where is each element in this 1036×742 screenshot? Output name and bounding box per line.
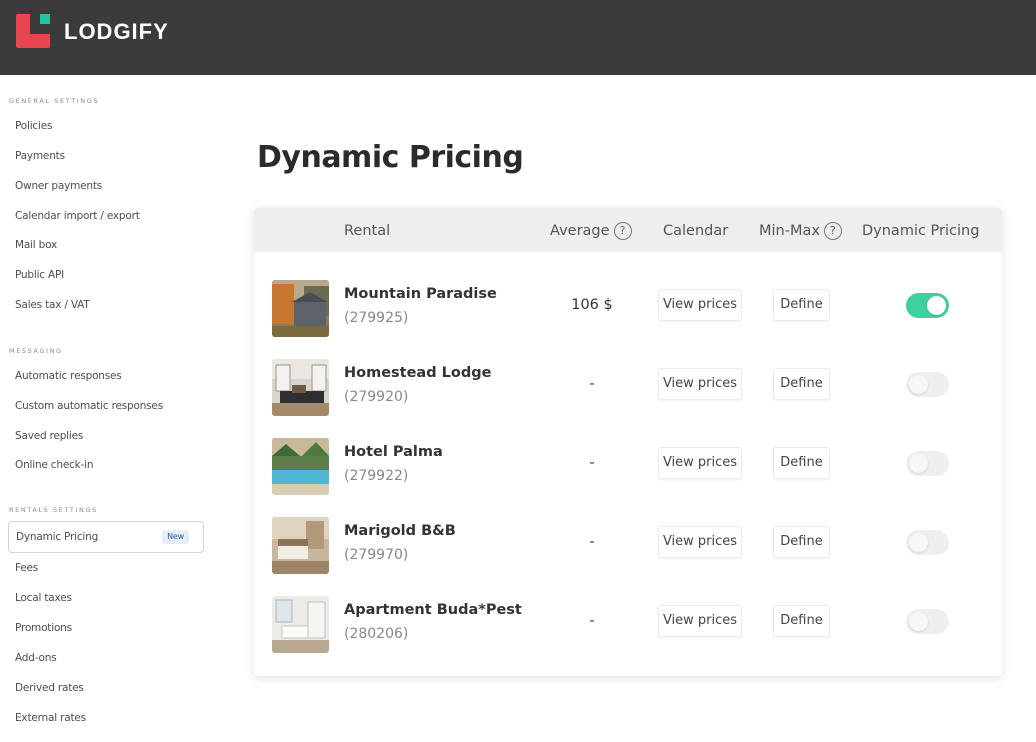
view-prices-button[interactable]: View prices: [658, 447, 742, 479]
table-row: Hotel Palma (279922) - View prices Defin…: [254, 424, 1002, 503]
sidebar-item-calendar-import-export[interactable]: Calendar import / export: [8, 201, 204, 231]
table-row: Marigold B&B (279970) - View prices Defi…: [254, 503, 1002, 582]
sidebar-item-local-taxes[interactable]: Local taxes: [8, 583, 204, 613]
sidebar-item-fees[interactable]: Fees: [8, 553, 204, 583]
section-title-rentals: RENTALS SETTINGS: [9, 506, 98, 514]
view-prices-button[interactable]: View prices: [658, 526, 742, 558]
section-title-messaging: MESSAGING: [9, 347, 63, 355]
rental-photo: [272, 438, 329, 495]
table-row: Apartment Buda*Pest (280206) - View pric…: [254, 582, 1002, 661]
column-header-dynamic-pricing: Dynamic Pricing: [862, 223, 980, 239]
rental-name[interactable]: Homestead Lodge: [344, 365, 491, 381]
column-header-calendar: Calendar: [663, 223, 729, 239]
sidebar-item-automatic-responses[interactable]: Automatic responses: [8, 361, 204, 391]
average-price: -: [589, 534, 595, 550]
sidebar-item-policies[interactable]: Policies: [8, 111, 204, 141]
define-min-max-button[interactable]: Define: [773, 526, 830, 558]
define-min-max-button[interactable]: Define: [773, 605, 830, 637]
dynamic-pricing-toggle[interactable]: [906, 451, 949, 476]
rental-photo: [272, 596, 329, 653]
sidebar-item-online-check-in[interactable]: Online check-in: [8, 450, 204, 480]
column-header-label: Average: [550, 223, 610, 239]
page-title: Dynamic Pricing: [257, 140, 524, 175]
sidebar-item-saved-replies[interactable]: Saved replies: [8, 421, 204, 451]
rental-name[interactable]: Hotel Palma: [344, 444, 443, 460]
rental-photo: [272, 359, 329, 416]
question-circle-icon[interactable]: ?: [613, 222, 632, 240]
rental-name[interactable]: Marigold B&B: [344, 523, 456, 539]
brand-name: LODGIFY: [64, 19, 169, 44]
rental-photo: [272, 517, 329, 574]
sidebar-item-dynamic-pricing[interactable]: Dynamic Pricing New: [8, 521, 204, 553]
rental-name[interactable]: Mountain Paradise: [344, 286, 497, 302]
sidebar-item-add-ons[interactable]: Add-ons: [8, 643, 204, 673]
define-min-max-button[interactable]: Define: [773, 447, 830, 479]
sidebar-item-label: Dynamic Pricing: [16, 531, 99, 543]
rental-id: (279922): [344, 468, 409, 484]
rental-id: (279920): [344, 389, 409, 405]
column-header-rental: Rental: [344, 223, 391, 239]
pricing-table: Rental Average? Calendar Min-Max? Dynami…: [254, 208, 1002, 676]
view-prices-button[interactable]: View prices: [658, 605, 742, 637]
sidebar-item-external-rates[interactable]: External rates: [8, 703, 204, 733]
view-prices-button[interactable]: View prices: [658, 289, 742, 321]
rental-photo: [272, 280, 329, 337]
table-header: Rental Average? Calendar Min-Max? Dynami…: [254, 208, 1002, 252]
column-header-average: Average?: [550, 208, 632, 252]
lodgify-logo-icon[interactable]: [16, 14, 52, 50]
dynamic-pricing-toggle[interactable]: [906, 609, 949, 634]
column-header-label: Min-Max: [759, 223, 820, 239]
sidebar-item-mail-box[interactable]: Mail box: [8, 230, 204, 260]
column-header-min-max: Min-Max?: [759, 208, 842, 252]
sidebar-item-sales-tax[interactable]: Sales tax / VAT: [8, 290, 204, 320]
question-circle-icon[interactable]: ?: [823, 222, 842, 240]
sidebar-item-promotions[interactable]: Promotions: [8, 613, 204, 643]
table-row: Homestead Lodge (279920) - View prices D…: [254, 345, 1002, 424]
rental-id: (280206): [344, 626, 409, 642]
top-header: LODGIFY: [0, 0, 1036, 75]
table-row: Mountain Paradise (279925) 106 $ View pr…: [254, 266, 1002, 345]
view-prices-button[interactable]: View prices: [658, 368, 742, 400]
new-badge: New: [162, 530, 189, 544]
average-price: -: [589, 613, 595, 629]
average-price: -: [589, 455, 595, 471]
sidebar-item-public-api[interactable]: Public API: [8, 260, 204, 290]
define-min-max-button[interactable]: Define: [773, 368, 830, 400]
sidebar-item-derived-rates[interactable]: Derived rates: [8, 673, 204, 703]
sidebar-item-owner-payments[interactable]: Owner payments: [8, 171, 204, 201]
sidebar-item-custom-automatic-responses[interactable]: Custom automatic responses: [8, 391, 204, 421]
sidebar-item-payments[interactable]: Payments: [8, 141, 204, 171]
section-title-general: GENERAL SETTINGS: [9, 97, 100, 105]
define-min-max-button[interactable]: Define: [773, 289, 830, 321]
average-price: 106 $: [571, 297, 613, 313]
dynamic-pricing-toggle[interactable]: [906, 293, 949, 318]
rental-id: (279925): [344, 310, 409, 326]
rental-id: (279970): [344, 547, 409, 563]
dynamic-pricing-toggle[interactable]: [906, 530, 949, 555]
settings-sidebar: GENERAL SETTINGS Policies Payments Owner…: [0, 75, 215, 742]
rental-name[interactable]: Apartment Buda*Pest: [344, 602, 522, 618]
dynamic-pricing-toggle[interactable]: [906, 372, 949, 397]
average-price: -: [589, 376, 595, 392]
